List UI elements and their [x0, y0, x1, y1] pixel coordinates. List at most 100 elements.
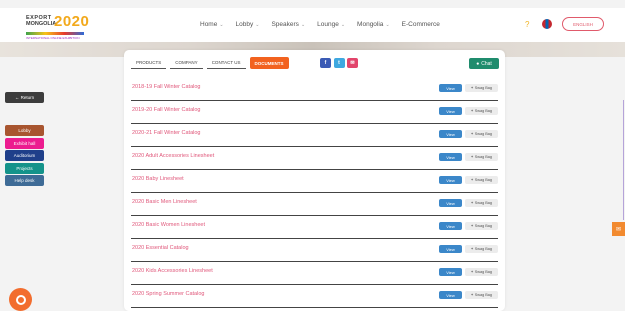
document-row: 2020 Baby Linesheet View + Swag Bag	[131, 170, 498, 193]
mongolia-flag-icon[interactable]	[542, 19, 552, 29]
booth-documents-panel: PRODUCTS COMPANY CONTACT US DOCUMENTS f t ✉ ●…	[124, 50, 505, 311]
view-button[interactable]: View	[439, 222, 462, 230]
swag-bag-button[interactable]: + Swag Bag	[465, 291, 498, 299]
help-icon[interactable]: ?	[525, 20, 529, 29]
view-button[interactable]: View	[439, 176, 462, 184]
swag-bag-button[interactable]: + Swag Bag	[465, 153, 498, 161]
language-button[interactable]: ENGLISH	[562, 17, 604, 31]
document-row: 2020-21 Fall Winter Catalog View + Swag Bag	[131, 124, 498, 147]
chevron-down-icon: ⌄	[385, 21, 390, 28]
document-link[interactable]: 2020 Adult Accessories Linesheet	[132, 153, 214, 159]
swag-bag-label: Swag Bag	[474, 132, 493, 136]
swag-bag-button[interactable]: + Swag Bag	[465, 130, 498, 138]
sidebar-item-exhibit-hall[interactable]: Exhibit hall	[5, 137, 44, 149]
chevron-down-icon: ⌄	[255, 21, 260, 28]
plus-icon: +	[470, 293, 474, 297]
export-mongolia-logo[interactable]: EXPORT MONGOLIA 2020 INTERNATIONAL ONLIN…	[26, 13, 116, 40]
sidebar-item-lobby[interactable]: Lobby	[5, 125, 44, 136]
document-row: 2020 Basic Women Linesheet View + Swag Bag	[131, 216, 498, 239]
nav-item-label: Lounge	[317, 21, 339, 28]
tab-products[interactable]: PRODUCTS	[131, 57, 167, 69]
swag-bag-label: Swag Bag	[474, 247, 493, 251]
nav-item-speakers[interactable]: Speakers ⌄	[271, 21, 305, 28]
plus-icon: +	[470, 224, 474, 228]
plus-icon: +	[470, 155, 474, 159]
document-link[interactable]: 2018-19 Fall Winter Catalog	[132, 84, 200, 90]
swag-bag-button[interactable]: + Swag Bag	[465, 176, 498, 184]
view-button[interactable]: View	[439, 291, 462, 299]
plus-icon: +	[470, 270, 474, 274]
swag-bag-button[interactable]: + Swag Bag	[465, 107, 498, 115]
nav-item-home[interactable]: Home ⌄	[200, 21, 224, 28]
document-link[interactable]: 2020-21 Fall Winter Catalog	[132, 130, 200, 136]
booth-tabs: PRODUCTS COMPANY CONTACT US DOCUMENTS	[131, 57, 293, 69]
document-row: 2020 Spring Summer Catalog View + Swag Bag	[131, 285, 498, 308]
main-nav: Home ⌄ Lobby ⌄ Speakers ⌄ Lounge ⌄ Mongolia ⌄ E-Co…	[200, 21, 452, 28]
swag-bag-label: Swag Bag	[474, 155, 493, 159]
plus-icon: +	[470, 247, 474, 251]
chat-bubble-icon	[15, 294, 26, 305]
sidebar-item-help-desk[interactable]: Help desk	[5, 175, 44, 186]
swag-bag-label: Swag Bag	[474, 109, 493, 113]
document-row: 2020 Adult Accessories Linesheet View + Swa…	[131, 147, 498, 170]
nav-item-label: Mongolia	[357, 21, 384, 28]
chevron-down-icon: ⌄	[300, 21, 306, 28]
document-list: 2018-19 Fall Winter Catalog View + Swag Bag…	[131, 78, 498, 308]
return-button[interactable]: ← Return	[5, 92, 44, 103]
chat-label: Chat	[481, 60, 492, 67]
document-row: 2020 Essential Catalog View + Swag Bag	[131, 239, 498, 262]
document-row: 2018-19 Fall Winter Catalog View + Swag Bag	[131, 78, 498, 101]
swag-bag-label: Swag Bag	[474, 270, 493, 274]
swag-bag-label: Swag Bag	[474, 86, 493, 90]
logo-stripe	[26, 32, 84, 35]
tab-company[interactable]: COMPANY	[170, 57, 203, 69]
view-button[interactable]: View	[439, 268, 462, 276]
swag-bag-button[interactable]: + Swag Bag	[465, 245, 498, 253]
side-menu: Lobby Exhibit hall Auditorium Projects Help …	[5, 125, 44, 188]
twitter-icon[interactable]: t	[333, 58, 345, 68]
swag-bag-label: Swag Bag	[474, 293, 493, 297]
document-row: 2019-20 Fall Winter Catalog View + Swag Bag	[131, 101, 498, 124]
swag-bag-button[interactable]: + Swag Bag	[465, 84, 498, 92]
plus-icon: +	[470, 132, 474, 136]
document-link[interactable]: 2020 Basic Women Linesheet	[132, 222, 205, 228]
view-button[interactable]: View	[439, 84, 462, 92]
tab-contact-us[interactable]: CONTACT US	[206, 57, 246, 69]
swag-bag-button[interactable]: + Swag Bag	[465, 222, 498, 230]
document-row: 2020 Kids Accessories Linesheet View + Swag…	[131, 262, 498, 285]
social-buttons: f t ✉	[320, 58, 361, 68]
document-link[interactable]: 2020 Basic Men Linesheet	[132, 199, 197, 205]
swag-bag-button[interactable]: + Swag Bag	[465, 268, 498, 276]
sidebar-item-auditorium[interactable]: Auditorium	[5, 150, 44, 161]
nav-item-lobby[interactable]: Lobby ⌄	[236, 21, 260, 28]
plus-icon: +	[470, 86, 474, 90]
document-link[interactable]: 2020 Spring Summer Catalog	[132, 291, 204, 297]
plus-icon: +	[470, 201, 474, 205]
view-button[interactable]: View	[439, 153, 462, 161]
view-button[interactable]: View	[439, 107, 462, 115]
right-edge-divider	[623, 100, 624, 220]
live-chat-button[interactable]	[9, 288, 32, 311]
sidebar-item-projects[interactable]: Projects	[5, 162, 44, 174]
nav-item-label: Speakers	[271, 21, 299, 28]
email-icon[interactable]: ✉	[347, 58, 358, 68]
document-link[interactable]: 2020 Essential Catalog	[132, 245, 189, 251]
nav-item-mongolia[interactable]: Mongolia ⌄	[357, 21, 390, 28]
view-button[interactable]: View	[439, 199, 462, 207]
document-link[interactable]: 2020 Kids Accessories Linesheet	[132, 268, 213, 274]
chat-button[interactable]: ● Chat	[469, 58, 499, 69]
view-button[interactable]: View	[439, 130, 462, 138]
nav-item-label: E-Commerce	[401, 21, 440, 28]
document-link[interactable]: 2020 Baby Linesheet	[132, 176, 184, 182]
tab-documents[interactable]: DOCUMENTS	[249, 57, 289, 69]
view-button[interactable]: View	[439, 245, 462, 253]
document-link[interactable]: 2019-20 Fall Winter Catalog	[132, 107, 200, 113]
feedback-tab-icon[interactable]: ✉	[612, 222, 625, 236]
nav-item-lounge[interactable]: Lounge ⌄	[317, 21, 345, 28]
chevron-down-icon: ⌄	[219, 21, 224, 28]
nav-item-ecommerce[interactable]: E-Commerce	[402, 21, 440, 28]
facebook-icon[interactable]: f	[320, 58, 331, 68]
swag-bag-button[interactable]: + Swag Bag	[465, 199, 498, 207]
chevron-down-icon: ⌄	[340, 21, 346, 28]
return-area: ← Return	[5, 92, 44, 103]
